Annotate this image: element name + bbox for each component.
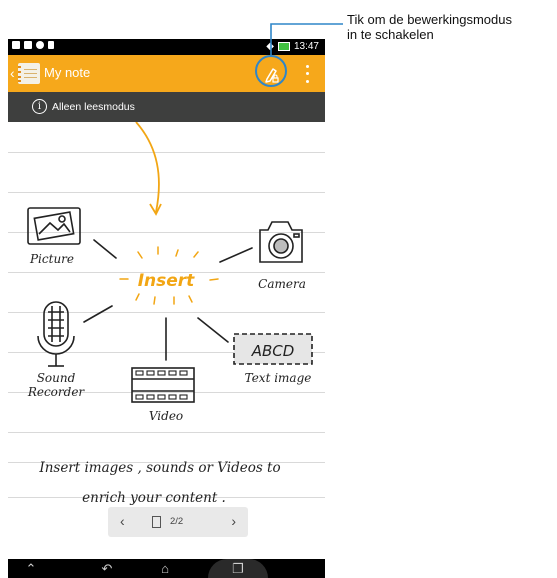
lock-icon <box>48 41 54 49</box>
caption-line-1: Insert images , sounds or Videos to <box>38 460 280 476</box>
battery-icon <box>277 42 290 51</box>
menu-dot <box>305 79 309 83</box>
edit-mode-button[interactable] <box>258 61 284 87</box>
page-navigator: ‹ 2/2 › <box>108 507 248 537</box>
menu-dot <box>305 65 309 69</box>
chevron-right-icon[interactable]: › <box>231 513 236 529</box>
back-icon[interactable]: ↶ <box>92 559 122 578</box>
read-only-label: Alleen leesmodus <box>52 101 135 113</box>
overflow-menu-button[interactable] <box>302 63 312 85</box>
connector-lines <box>83 239 253 361</box>
recents-icon: ❐ <box>232 561 244 576</box>
picture-icon <box>27 207 81 245</box>
callout-line-2: in te schakelen <box>347 27 434 42</box>
notification-icons <box>12 41 54 49</box>
info-icon: i <box>32 99 47 114</box>
recents-button[interactable]: ❐ <box>208 559 268 578</box>
wifi-icon: ◆ <box>266 40 274 52</box>
insert-illustration: Insert Picture Camera Sound Recorder Vid… <box>27 122 313 506</box>
navigation-bar: ⌃ ↶ ⌂ ❐ <box>8 559 325 578</box>
microphone-icon <box>37 301 75 367</box>
phone-screen: ◆ 13:47 ‹ My note i Alleen leesmodus Ins… <box>8 39 325 578</box>
status-time: 13:47 <box>293 41 319 52</box>
action-bar: ‹ My note <box>8 55 325 92</box>
page-count: 2/2 <box>170 516 184 527</box>
callout-line-1: Tik om de bewerkingsmodus <box>347 12 512 27</box>
text-image-icon: ABCD <box>233 333 313 365</box>
read-only-banner: i Alleen leesmodus <box>8 92 325 122</box>
camera-icon <box>259 221 303 263</box>
note-title[interactable]: My note <box>44 65 90 80</box>
up-chevron-icon[interactable]: ‹ <box>10 65 15 81</box>
location-icon <box>36 41 44 49</box>
system-status: ◆ 13:47 <box>266 41 319 52</box>
sound-label-line1: Sound <box>37 371 76 385</box>
picture-label: Picture <box>29 252 74 266</box>
abcd-label: ABCD <box>251 342 295 360</box>
mail-icon <box>24 41 32 49</box>
home-icon[interactable]: ⌂ <box>150 559 180 578</box>
tv-icon <box>12 41 20 49</box>
status-bar: ◆ 13:47 <box>8 39 325 55</box>
notes-app-icon[interactable] <box>18 63 40 84</box>
video-film-icon <box>131 367 195 403</box>
caption-line-2: enrich your content . <box>82 490 226 506</box>
menu-icon[interactable]: ⌃ <box>16 559 46 578</box>
sound-label-line2: Recorder <box>27 385 86 399</box>
menu-dot <box>305 72 309 76</box>
video-label: Video <box>149 409 183 423</box>
page-icon <box>152 516 161 528</box>
edit-mode-icon <box>265 68 279 83</box>
chevron-left-icon[interactable]: ‹ <box>120 513 125 529</box>
text-image-label: Text image <box>245 371 312 385</box>
edit-mode-callout: Tik om de bewerkingsmodus in te schakele… <box>347 12 557 42</box>
camera-label: Camera <box>258 277 306 291</box>
insert-label: Insert <box>138 271 195 291</box>
